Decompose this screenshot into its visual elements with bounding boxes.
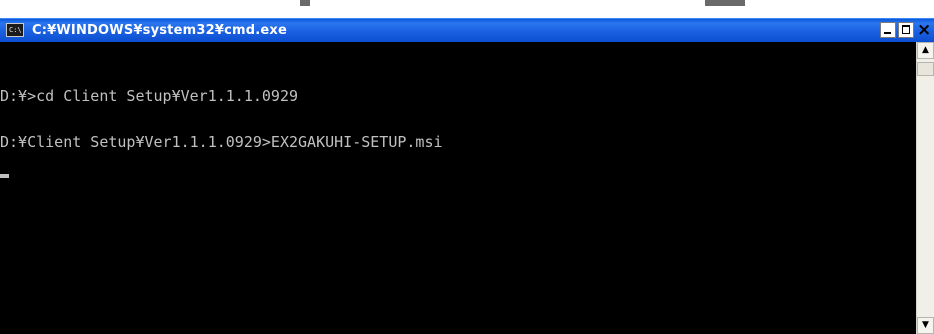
cropped-text-fragment [705,0,745,6]
close-icon: × [917,20,932,40]
minimize-icon [884,32,891,34]
minimize-button[interactable] [880,22,896,38]
cropped-text-fragment [300,0,310,6]
scroll-down-button[interactable]: ▼ [917,317,934,334]
console-output[interactable]: D:¥>cd Client Setup¥Ver1.1.1.0929 D:¥Cli… [0,42,916,334]
maximize-icon [902,25,910,34]
console-line: D:¥>cd Client Setup¥Ver1.1.1.0929 [0,87,299,105]
title-bar[interactable]: C:\ C:¥WINDOWS¥system32¥cmd.exe × [0,18,934,42]
cropped-document-strip [0,0,934,18]
text-cursor [0,174,9,178]
arrow-down-icon: ▼ [922,320,929,330]
scroll-thumb[interactable] [917,62,934,76]
console-line: D:¥Client Setup¥Ver1.1.1.0929>EX2GAKUHI-… [0,133,443,151]
scroll-up-button[interactable]: ▲ [917,42,934,59]
cmd-window: C:\ C:¥WINDOWS¥system32¥cmd.exe × D:¥>cd… [0,0,934,334]
window-title: C:¥WINDOWS¥system32¥cmd.exe [32,23,288,38]
console-icon[interactable]: C:\ [6,23,24,37]
arrow-up-icon: ▲ [922,45,929,55]
maximize-button[interactable] [898,22,914,38]
vertical-scrollbar[interactable]: ▲ ▼ [916,42,934,334]
close-button[interactable]: × [916,20,934,40]
